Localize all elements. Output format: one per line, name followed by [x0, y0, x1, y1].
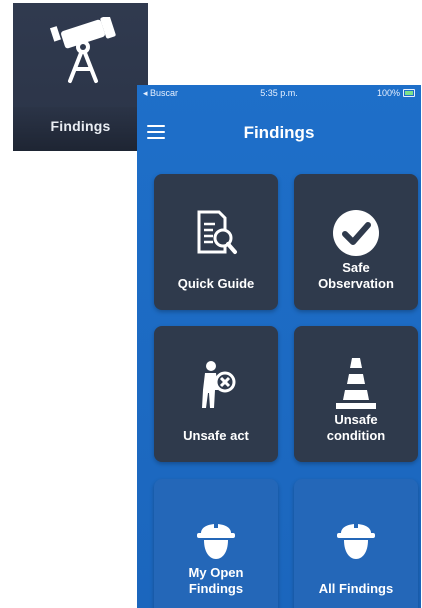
tile-label: All Findings [318, 581, 394, 596]
telescope-icon [50, 17, 116, 83]
checkmark-circle-icon [333, 210, 379, 256]
status-bar: ◂ Buscar 5:35 p.m. 100% [137, 85, 421, 101]
tile-label: Safe Observation [318, 260, 394, 291]
hard-hat-person-icon [337, 519, 375, 559]
page-title: Findings [243, 123, 315, 142]
traffic-cone-icon [336, 358, 376, 409]
app-icon-label: Findings [50, 118, 111, 134]
tile-my-open-findings[interactable]: My Open Findings [154, 479, 278, 608]
tile-label: Unsafe condition [326, 412, 386, 443]
tile-safe-observation[interactable]: Safe Observation [294, 174, 418, 310]
tile-quick-guide[interactable]: Quick Guide [154, 174, 278, 310]
hard-hat-person-icon [197, 519, 235, 559]
tile-label: Quick Guide [177, 276, 255, 291]
phone-screen: ◂ Buscar 5:35 p.m. 100% Findings Quick G… [137, 85, 421, 608]
document-search-icon [197, 210, 237, 254]
person-x-icon [202, 361, 236, 408]
battery-icon [403, 89, 415, 97]
battery-percent: 100% [376, 88, 400, 98]
tile-all-findings[interactable]: All Findings [294, 479, 418, 608]
tile-label: Unsafe act [183, 428, 249, 443]
tile-label: My Open Findings [188, 565, 244, 596]
app-icon-findings[interactable]: Findings [13, 3, 148, 151]
status-battery: 100% [377, 88, 415, 98]
app-header: Findings [137, 115, 421, 155]
tile-unsafe-act[interactable]: Unsafe act [154, 326, 278, 462]
tile-unsafe-condition[interactable]: Unsafe condition [294, 326, 418, 462]
